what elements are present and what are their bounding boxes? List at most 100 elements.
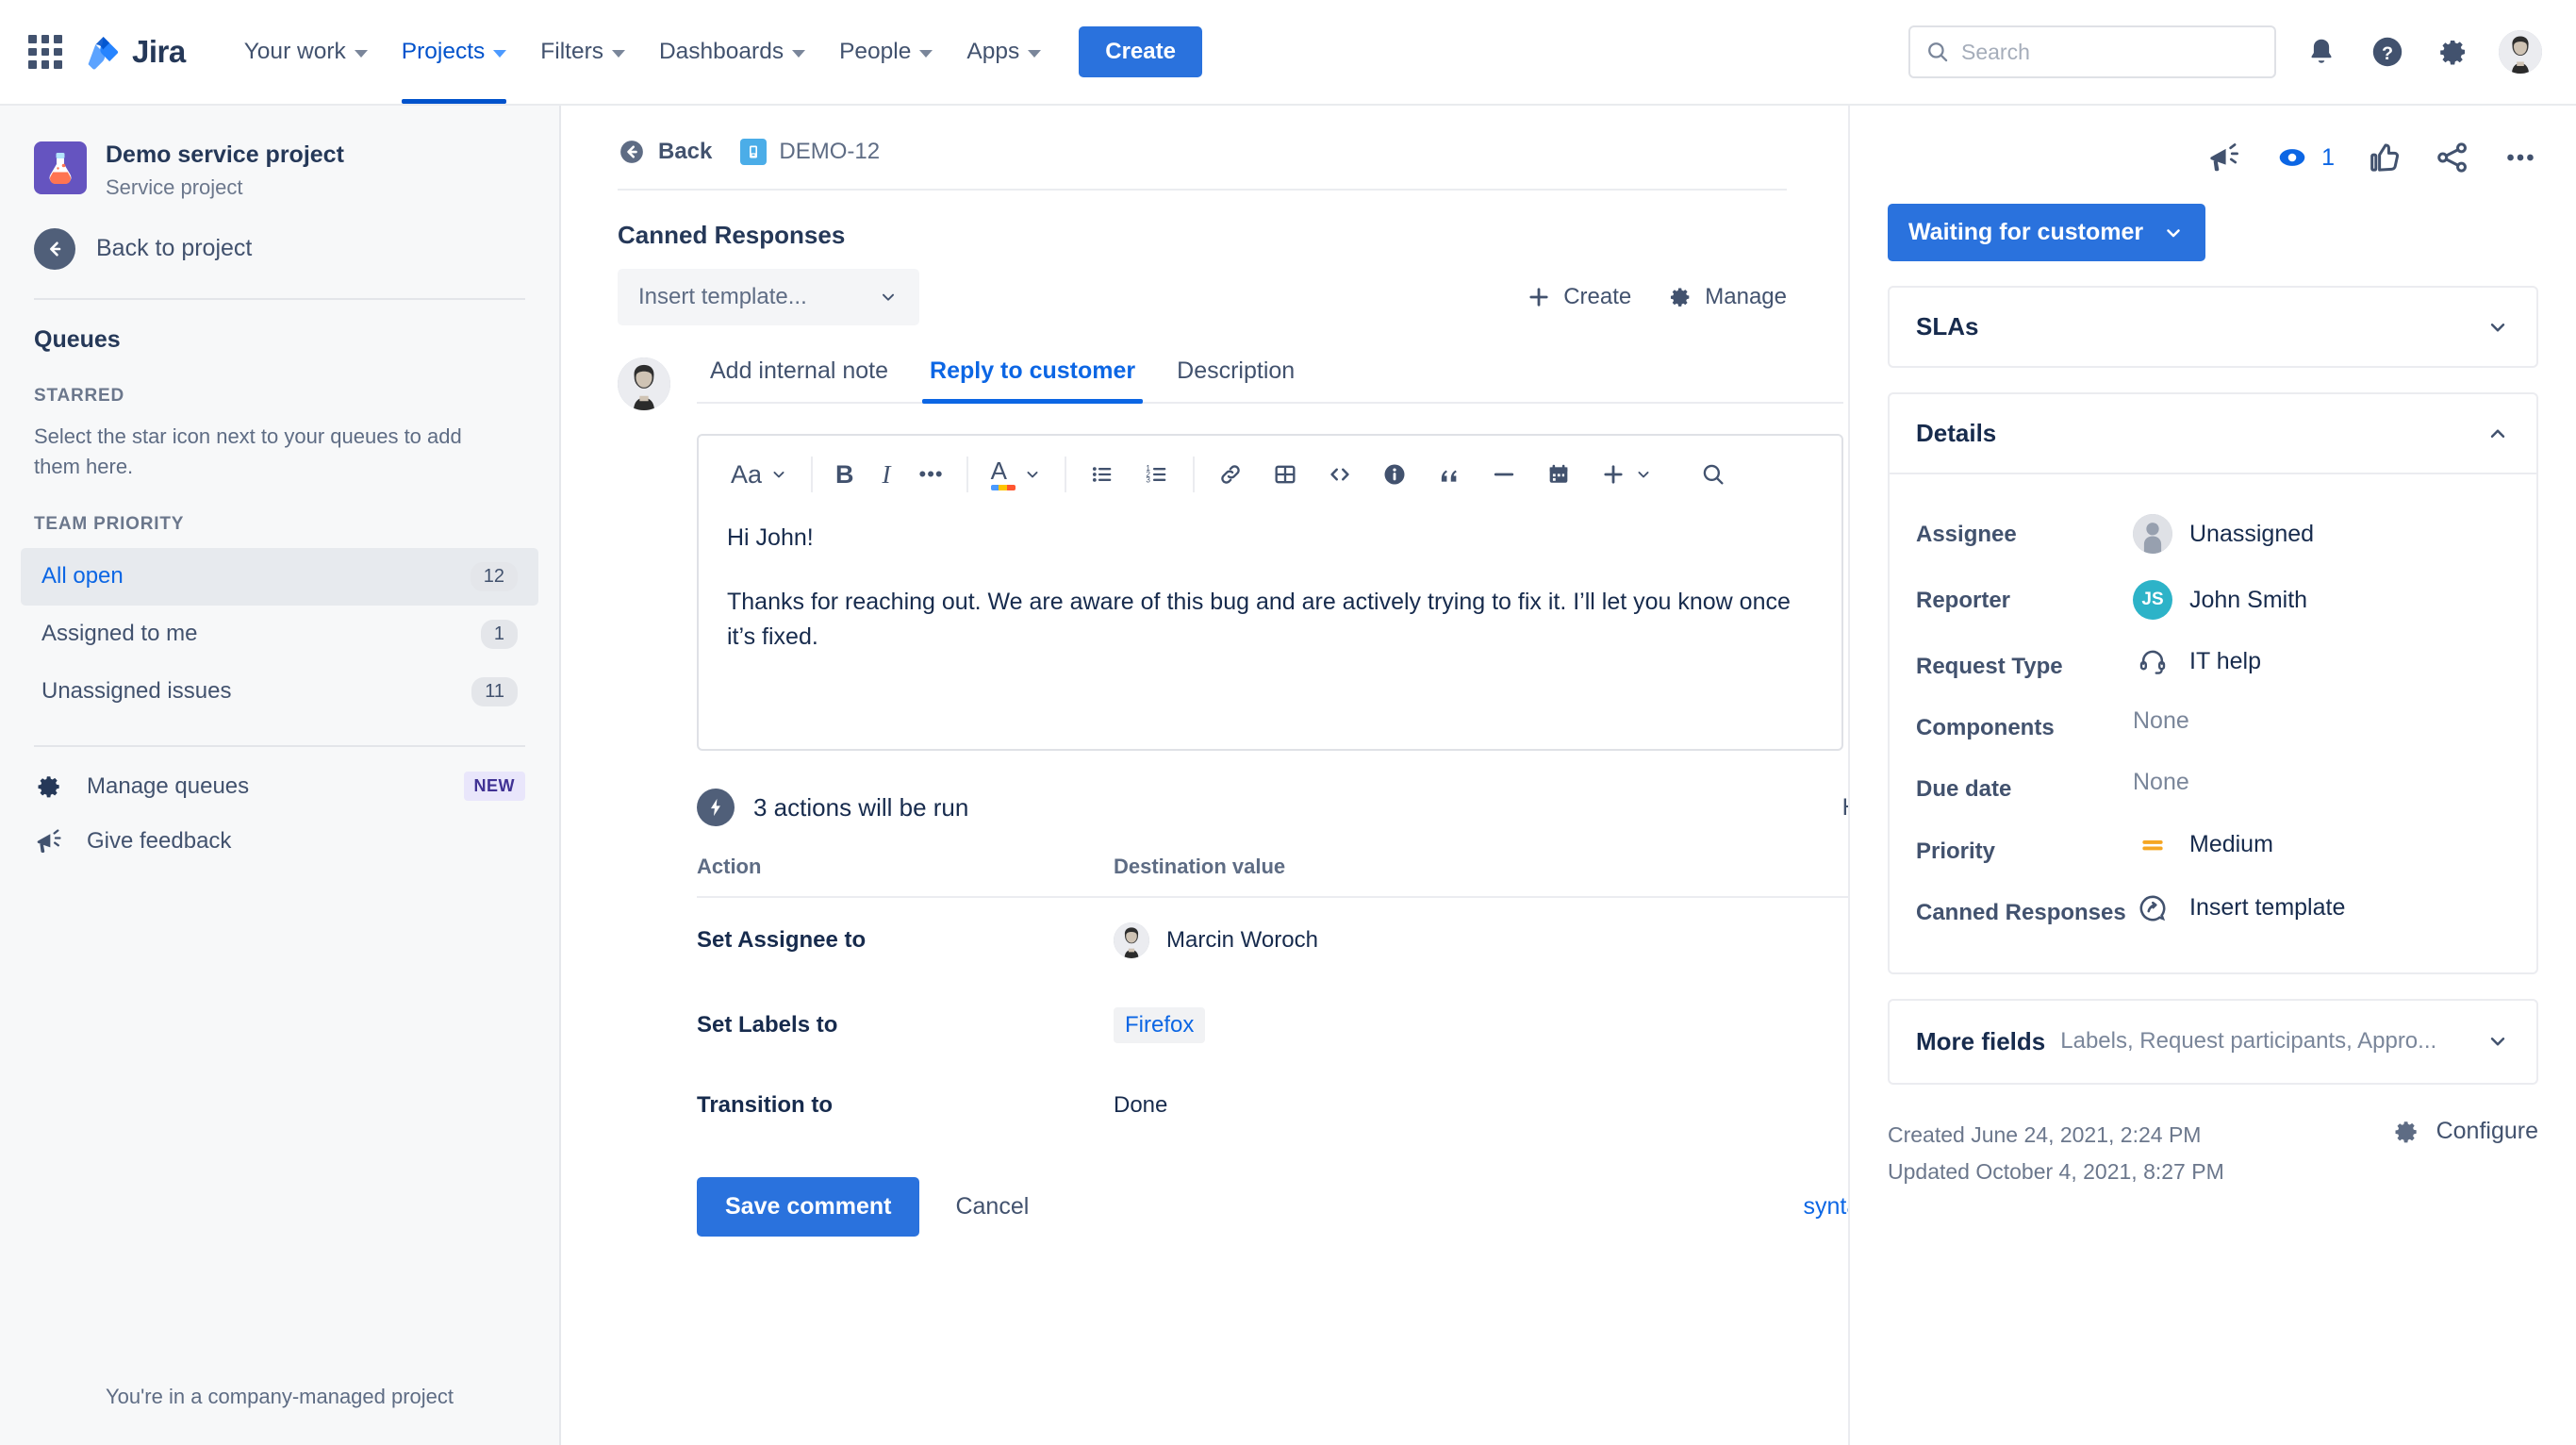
sidebar-item-give-feedback[interactable]: Give feedback [0, 802, 559, 856]
apps-grid-icon[interactable] [28, 35, 62, 69]
feedback-megaphone-icon[interactable] [2206, 140, 2242, 175]
text-style-dropdown[interactable]: Aa [719, 455, 800, 495]
table-icon[interactable] [1261, 456, 1310, 493]
nav-item-people[interactable]: People [822, 0, 949, 104]
insert-more-icon[interactable] [1589, 456, 1664, 493]
text-color-icon[interactable]: A [980, 453, 1053, 496]
details-title: Details [1916, 419, 1997, 447]
italic-icon[interactable]: I [871, 455, 902, 495]
actions-header: 3 actions will be run Hide [697, 789, 1848, 826]
share-icon[interactable] [2435, 140, 2470, 175]
editor-content[interactable]: Hi John! Thanks for reaching out. We are… [699, 513, 1841, 749]
updated-timestamp: Updated October 4, 2021, 8:27 PM [1888, 1159, 2224, 1185]
more-fields-subtitle: Labels, Request participants, Appro... [2060, 1028, 2437, 1055]
issue-key-link[interactable]: DEMO-12 [740, 139, 880, 165]
help-icon[interactable]: ? [2367, 31, 2408, 73]
manage-canned-responses-button[interactable]: Manage [1667, 284, 1787, 310]
field-value[interactable]: None [2133, 707, 2189, 735]
divider-icon[interactable] [1479, 456, 1528, 493]
starred-empty-message: Select the star icon next to your queues… [34, 424, 462, 478]
numbered-list-icon[interactable]: 1 2 3 [1132, 456, 1181, 493]
slas-title: SLAs [1916, 312, 1979, 340]
field-value[interactable]: Insert template [2133, 892, 2345, 924]
watch-eye-icon[interactable]: 1 [2274, 140, 2335, 175]
slas-card-header[interactable]: SLAs [1890, 288, 2536, 366]
nav-item-your-work[interactable]: Your work [227, 0, 385, 104]
sidebar-item-assigned-to-me[interactable]: Assigned to me 1 [21, 606, 538, 663]
queue-count: 11 [471, 676, 518, 706]
chevron-down-icon [919, 49, 933, 58]
label-lozenge[interactable]: Firefox [1114, 1007, 1206, 1043]
sidebar-item-unassigned-issues[interactable]: Unassigned issues 11 [21, 663, 538, 721]
profile-avatar[interactable] [2499, 30, 2542, 74]
status-dropdown-button[interactable]: Waiting for customer [1888, 204, 2206, 261]
tab-description[interactable]: Description [1156, 357, 1315, 402]
configure-button[interactable]: Configure [2391, 1117, 2538, 1147]
more-fields-header[interactable]: More fields Labels, Request participants… [1890, 1001, 2536, 1083]
table-glyph [1275, 465, 1296, 484]
ellipsis-glyph [2507, 154, 2534, 161]
back-button[interactable]: Back [618, 138, 712, 166]
syntax-help-link[interactable]: syntax help [1804, 1193, 1848, 1221]
table-row: Transition to Done [697, 1068, 1848, 1143]
issue-key-label: DEMO-12 [779, 139, 881, 164]
date-icon[interactable] [1534, 456, 1583, 493]
nav-item-label: Filters [540, 39, 603, 64]
canned-glyph [2139, 895, 2166, 922]
link-icon[interactable] [1206, 456, 1255, 493]
avatar-photo [1114, 922, 1149, 958]
reporter-value-text: John Smith [2189, 586, 2308, 613]
request-type-value-text: IT help [2189, 647, 2261, 674]
comment-paragraph-2: Thanks for reaching out. We are aware of… [727, 588, 1791, 651]
nav-item-apps[interactable]: Apps [949, 0, 1058, 104]
bullet-list-icon[interactable] [1078, 456, 1127, 493]
comment-composer: Add internal note Reply to customer Desc… [618, 357, 1843, 751]
action-label: Set Labels to [697, 1012, 838, 1038]
find-replace-icon[interactable] [1689, 456, 1738, 493]
chevron-down-icon [611, 49, 625, 58]
list-group: 1 2 3 [1078, 456, 1181, 493]
like-thumbsup-icon[interactable] [2367, 140, 2403, 175]
nav-item-filters[interactable]: Filters [523, 0, 642, 104]
notifications-bell-icon[interactable] [2301, 31, 2342, 73]
field-value[interactable]: JS John Smith [2133, 580, 2307, 620]
bold-icon[interactable]: B [824, 455, 866, 495]
tab-add-internal-note[interactable]: Add internal note [697, 357, 909, 402]
nav-item-projects[interactable]: Projects [385, 0, 524, 104]
details-card-header[interactable]: Details [1890, 394, 2536, 473]
canned-response-icon [2133, 892, 2172, 924]
field-value[interactable]: Medium [2133, 831, 2273, 859]
settings-gear-icon[interactable] [2433, 31, 2474, 73]
nav-item-dashboards[interactable]: Dashboards [642, 0, 822, 104]
field-value[interactable]: None [2133, 769, 2189, 796]
code-icon[interactable] [1315, 456, 1364, 493]
create-canned-response-button[interactable]: Create [1526, 284, 1631, 310]
sidebar-project-header[interactable]: Demo service project Service project [0, 106, 559, 200]
field-value[interactable]: IT help [2133, 646, 2261, 676]
info-panel-icon[interactable] [1370, 456, 1419, 493]
eye-glyph [2279, 149, 2305, 166]
sidebar-item-all-open[interactable]: All open 12 [21, 547, 538, 606]
top-navigation-bar: Jira Your work Projects Filters Dashboar… [0, 0, 2576, 106]
quote-icon[interactable] [1425, 456, 1474, 493]
sidebar-item-manage-queues[interactable]: Manage queues NEW [0, 747, 559, 802]
chevron-up-icon [2490, 429, 2505, 438]
queue-list: All open 12 Assigned to me 1 Unassigned … [0, 547, 559, 721]
field-value[interactable]: Unassigned [2133, 514, 2314, 554]
create-button[interactable]: Create [1079, 26, 1202, 77]
jira-service-desk-page: Jira Your work Projects Filters Dashboar… [0, 0, 2576, 1445]
more-actions-icon[interactable] [2502, 140, 2538, 175]
search-input[interactable]: Search [1908, 25, 2276, 78]
chevron-down-icon [792, 49, 806, 58]
cancel-button[interactable]: Cancel [955, 1193, 1029, 1221]
jira-logo-home-link[interactable]: Jira [85, 34, 186, 70]
tab-reply-to-customer[interactable]: Reply to customer [909, 357, 1156, 404]
manage-label: Manage [1705, 284, 1787, 309]
insert-template-select[interactable]: Insert template... [618, 269, 919, 325]
breadcrumb: Back DEMO-12 [618, 106, 1825, 166]
back-to-project-link[interactable]: Back to project [0, 200, 559, 270]
chevron-down-icon [882, 293, 895, 301]
more-formatting-icon[interactable]: ••• [908, 462, 955, 486]
save-comment-button[interactable]: Save comment [697, 1177, 920, 1237]
chevron-down-icon [493, 49, 507, 58]
